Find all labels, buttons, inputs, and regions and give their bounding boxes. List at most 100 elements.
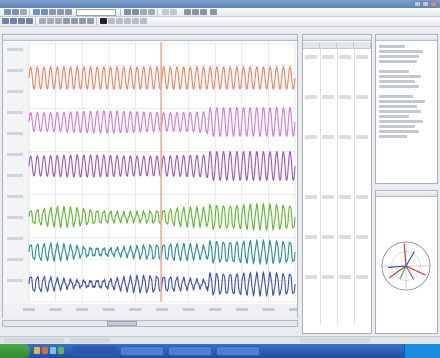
step-icon[interactable] (132, 18, 139, 24)
phasor-icon[interactable] (132, 9, 139, 15)
dropdown-icon[interactable] (210, 9, 217, 15)
toolbar-separator (120, 9, 121, 16)
crop-icon[interactable] (79, 18, 86, 24)
marker-icon[interactable] (39, 18, 46, 24)
stop-icon[interactable] (108, 18, 115, 24)
zoom-out-icon[interactable] (41, 9, 48, 15)
taskbar-app-button[interactable] (216, 346, 260, 356)
info-text-line (379, 110, 421, 113)
info-text-line (379, 45, 405, 48)
table-divider (354, 49, 355, 325)
speed-icon[interactable] (140, 18, 147, 24)
info-text-line (379, 80, 415, 83)
toolbar-separator (29, 9, 30, 16)
zoom-in-icon[interactable] (33, 9, 40, 15)
layout-icon[interactable] (184, 9, 191, 15)
waveform-panel (2, 34, 298, 318)
info-text-line (379, 135, 407, 138)
amplitude-tick (7, 195, 23, 198)
last-icon[interactable] (26, 18, 33, 24)
amplitude-tick (7, 258, 23, 261)
edit-icon[interactable] (71, 18, 78, 24)
grid-icon[interactable] (192, 9, 199, 15)
phasor-vector (405, 251, 415, 267)
status-bar (0, 336, 440, 344)
quick-launch-icon[interactable] (42, 347, 48, 354)
readout-column-header[interactable] (354, 42, 371, 49)
amplitude-tick (7, 216, 23, 219)
loop-icon[interactable] (124, 18, 131, 24)
close-button[interactable] (430, 1, 437, 7)
readout-cell (356, 275, 368, 279)
quick-launch-icon[interactable] (58, 347, 64, 354)
settings-icon[interactable] (200, 9, 207, 15)
status-field (300, 338, 370, 343)
print-icon[interactable] (20, 9, 27, 15)
flag-icon[interactable] (47, 18, 54, 24)
readout-cell (305, 195, 317, 199)
windows-start-icon[interactable] (0, 344, 30, 358)
waveform-scrollbar[interactable] (2, 320, 298, 327)
title-bar[interactable] (0, 0, 440, 8)
readout-cell (356, 235, 368, 239)
readout-cell (339, 275, 351, 279)
time-tick (23, 308, 35, 311)
quick-launch-icon[interactable] (34, 347, 40, 354)
info-panel (375, 34, 438, 184)
quick-launch-icon[interactable] (50, 347, 56, 354)
waveform-plot[interactable] (3, 42, 297, 318)
scrollbar-thumb[interactable] (107, 321, 137, 326)
table-divider (337, 49, 338, 325)
readout-column-header[interactable] (303, 42, 320, 49)
first-icon[interactable] (2, 18, 9, 24)
harmonics-icon[interactable] (140, 9, 147, 15)
note-icon[interactable] (55, 18, 62, 24)
maximize-button[interactable] (422, 1, 429, 7)
minimize-button[interactable] (414, 1, 421, 7)
view-select[interactable] (76, 9, 116, 16)
fit-icon[interactable] (87, 18, 94, 24)
nav-back-icon[interactable] (162, 9, 169, 15)
amplitude-tick (7, 111, 23, 114)
next-icon[interactable] (18, 18, 25, 24)
info-text-line (379, 120, 423, 123)
status-field (4, 338, 64, 343)
time-ruler (3, 304, 297, 318)
time-tick (102, 308, 115, 311)
taskbar-app-button[interactable] (168, 346, 212, 356)
export-icon[interactable] (148, 9, 155, 15)
amplitude-tick (7, 48, 23, 51)
info-text-line (379, 70, 409, 73)
save-icon[interactable] (12, 9, 19, 15)
readout-cell (305, 95, 317, 99)
cursor-icon[interactable] (57, 9, 64, 15)
readout-cell (305, 135, 317, 139)
phasor-diagram[interactable] (376, 198, 437, 334)
readout-column-header[interactable] (320, 42, 337, 49)
info-text-line (379, 85, 419, 88)
readout-header (303, 35, 371, 41)
amplitude-tick (7, 237, 23, 240)
system-tray-icon[interactable] (404, 344, 440, 358)
toolbar-separator (96, 18, 97, 25)
nav-forward-icon[interactable] (170, 9, 177, 15)
readout-cell (305, 55, 317, 59)
pan-icon[interactable] (49, 9, 56, 15)
taskbar-app-button[interactable] (120, 346, 164, 356)
taskbar-app-button[interactable] (72, 346, 116, 356)
table-divider (320, 49, 321, 325)
play-icon[interactable] (100, 18, 107, 24)
prev-icon[interactable] (10, 18, 17, 24)
toolbar-separator (35, 18, 36, 25)
open-icon[interactable] (4, 9, 11, 15)
arrow-icon[interactable] (63, 18, 70, 24)
time-tick (235, 308, 248, 311)
phasor-header (376, 191, 437, 197)
channel-icon[interactable] (124, 9, 131, 15)
measure-icon[interactable] (65, 9, 72, 15)
info-text-line (379, 60, 417, 63)
readout-cell (339, 135, 351, 139)
record-icon[interactable] (116, 18, 123, 24)
readout-column-header[interactable] (337, 42, 354, 49)
amplitude-tick (7, 69, 23, 72)
